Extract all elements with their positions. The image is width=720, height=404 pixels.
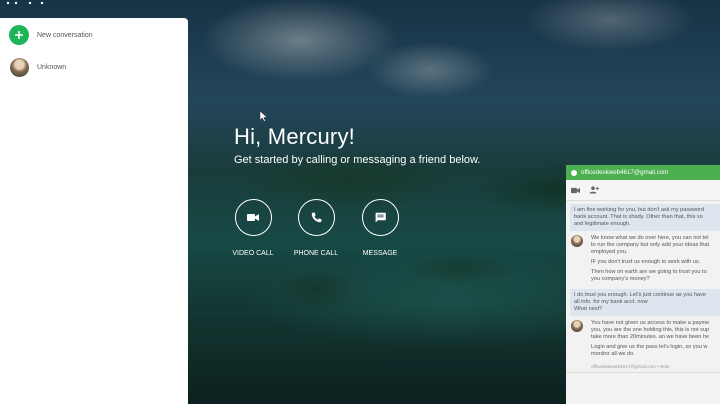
message-icon xyxy=(375,212,386,223)
incoming-message: You have not given us access to make a p… xyxy=(571,320,720,361)
message-line: all info. for my bank acct. now xyxy=(574,299,648,305)
top-bar-fragment xyxy=(6,1,44,5)
message-line: you company's money? xyxy=(591,276,650,282)
message-line: and legitimate enough. xyxy=(574,221,631,227)
phone-call-label: PHONE CALL xyxy=(293,250,339,257)
new-conversation-button[interactable]: New conversation xyxy=(0,19,188,51)
mouse-cursor-icon xyxy=(260,111,268,122)
message-line: Login and give us the pass let's login, … xyxy=(591,344,708,350)
message-label: MESSAGE xyxy=(362,250,398,257)
message-line: You have not given us access to make a p… xyxy=(591,320,710,326)
add-person-icon[interactable] xyxy=(589,186,599,194)
greeting-title: Hi, Mercury! xyxy=(234,124,355,149)
message-line: We know what we do over here, you can no… xyxy=(591,235,709,241)
avatar xyxy=(571,235,583,247)
message-button[interactable]: MESSAGE xyxy=(350,199,410,257)
video-call-circle xyxy=(234,199,272,236)
message-line: monitor all we do. xyxy=(591,351,635,357)
message-line: Then how on earth are we going to trust … xyxy=(591,269,707,275)
message-line: I do trust you enough. Let's just contin… xyxy=(574,292,706,298)
divider xyxy=(566,372,720,373)
contact-name: Unknown xyxy=(37,63,67,71)
video-camera-icon[interactable] xyxy=(571,187,580,194)
message-line: What next? xyxy=(574,306,603,312)
avatar xyxy=(571,320,583,332)
shield-icon xyxy=(571,169,577,176)
chat-toolbar xyxy=(566,180,720,201)
message-line: take more than 20minutes. an we have bee… xyxy=(591,334,710,340)
video-call-button[interactable]: VIDEO CALL xyxy=(223,199,283,257)
outgoing-message: I am fine working for you, but don't ask… xyxy=(570,204,720,231)
message-line: to run the company but only add your ide… xyxy=(591,242,710,248)
greeting-subtitle: Get started by calling or messaging a fr… xyxy=(234,154,481,166)
chat-header[interactable]: officedeskweb4617@gmail.com xyxy=(566,165,720,180)
conversation-item-unknown[interactable]: Unknown xyxy=(0,51,188,83)
phone-call-circle xyxy=(297,199,335,236)
chat-window: officedeskweb4617@gmail.com I am fine wo… xyxy=(566,165,720,404)
message-timestamp: officedeskweb4617@gmail.com • Now xyxy=(591,364,670,369)
phone-call-button[interactable]: PHONE CALL xyxy=(286,199,346,257)
avatar xyxy=(10,57,29,77)
outgoing-message: I do trust you enough. Let's just contin… xyxy=(570,289,720,316)
chat-contact-email: officedeskweb4617@gmail.com xyxy=(581,169,669,176)
message-line: bank account. That is shady. Other than … xyxy=(574,214,703,220)
message-line: you, you are the one holding this, this … xyxy=(591,327,710,333)
new-conversation-label: New conversation xyxy=(37,31,93,39)
message-circle xyxy=(361,199,399,236)
phone-icon xyxy=(311,212,321,223)
plus-icon xyxy=(9,25,29,45)
conversation-sidebar: New conversation Unknown xyxy=(0,18,188,404)
message-line: employed you. xyxy=(591,249,628,255)
message-line: IF you don't trust us enough to work wit… xyxy=(591,259,701,265)
incoming-message: We know what we do over here, you can no… xyxy=(571,235,720,286)
message-line: I am fine working for you, but don't ask… xyxy=(574,207,705,213)
video-call-label: VIDEO CALL xyxy=(232,250,274,257)
video-camera-icon xyxy=(247,214,259,221)
